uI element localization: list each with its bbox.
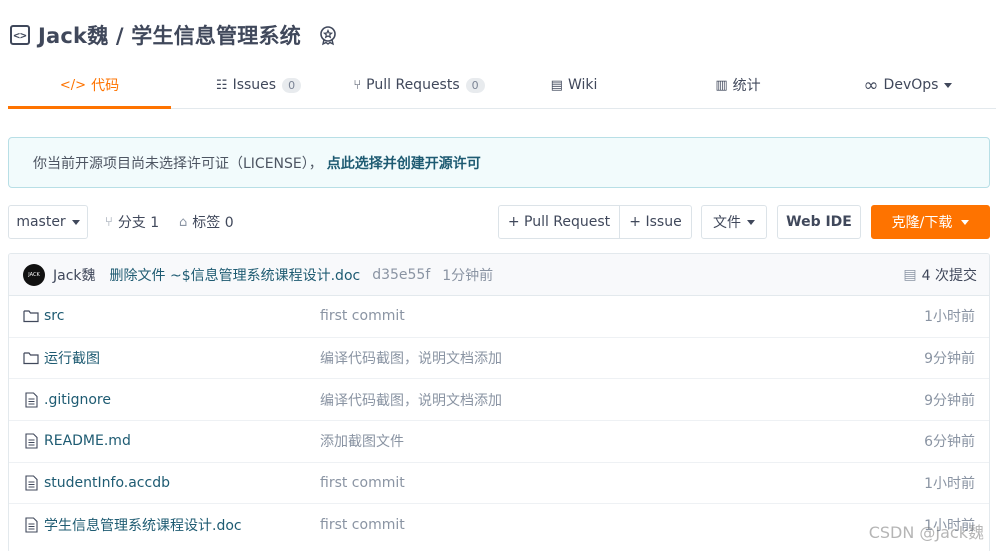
file-icon [23,392,39,408]
latest-commit-row: JACK Jack魏 删除文件 ~$信息管理系统课程设计.doc d35e55f… [9,254,989,296]
chevron-down-icon [747,219,755,225]
file-commit-message[interactable]: first commit [320,308,405,324]
tag-icon: ⌂ [179,214,188,230]
table-row[interactable]: 学生信息管理系统课程设计.doc first commit 1小时前 [9,504,989,546]
bar-chart-icon: ▥ [715,77,728,93]
table-row[interactable]: 运行截图 编译代码截图，说明文档添加 9分钟前 [9,338,989,380]
file-name-link[interactable]: 运行截图 [44,348,100,368]
file-icon [23,433,39,449]
create-license-link[interactable]: 点此选择并创建开源许可 [327,153,481,173]
file-time: 1小时前 [924,309,975,326]
file-time: 9分钟前 [924,392,975,409]
file-name-link[interactable]: .gitignore [44,392,111,408]
file-name-link[interactable]: 学生信息管理系统课程设计.doc [44,515,242,535]
file-name-link[interactable]: src [44,308,64,324]
chevron-down-icon [961,219,970,225]
branches-label: 分支 1 [117,215,160,231]
folder-icon [23,308,39,324]
folder-icon [23,350,39,366]
tab-label: 代码 [91,78,120,94]
clone-label: 克隆/下载 [891,215,953,231]
file-icon [23,475,39,491]
history-icon: ▤ [903,267,917,283]
branch-icon: ⑂ [105,214,113,230]
tab-label: DevOps [883,77,939,93]
repo-tabs: </> 代码 ☷ Issues 0 ⑂ Pull Requests 0 ▤ Wi… [8,62,996,109]
file-name-link[interactable]: README.md [44,433,131,449]
branches-link[interactable]: ⑂ 分支 1 [105,205,159,239]
file-commit-message[interactable]: 编译代码截图，说明文档添加 [320,390,502,410]
license-notice: 你当前开源项目尚未选择许可证（LICENSE）， 点此选择并创建开源许可 [8,137,990,188]
tab-code[interactable]: </> 代码 [8,62,171,109]
web-ide-button[interactable]: Web IDE [777,205,861,239]
commit-sha[interactable]: d35e55f [372,267,430,283]
new-issue-button[interactable]: + Issue [619,205,692,239]
code-icon: </> [59,77,87,93]
tab-issues[interactable]: ☷ Issues 0 [171,62,346,108]
pull-request-icon: ⑂ [353,77,362,93]
commit-message[interactable]: 删除文件 ~$信息管理系统课程设计.doc [110,265,361,285]
repo-header: <> Jack魏 / 学生信息管理系统 [10,18,339,52]
tab-wiki[interactable]: ▤ Wiki [492,62,656,108]
commits-count-link[interactable]: ▤ 4 次提交 [903,254,977,296]
file-list: JACK Jack魏 删除文件 ~$信息管理系统课程设计.doc d35e55f… [8,253,990,551]
repo-title[interactable]: Jack魏 / 学生信息管理系统 [38,20,301,50]
tab-devops[interactable]: ∞ DevOps [820,62,996,108]
table-row[interactable]: .gitignore 编译代码截图，说明文档添加 9分钟前 [9,379,989,422]
tab-stats[interactable]: ▥ 统计 [656,62,820,108]
tab-label: 统计 [732,78,761,94]
clone-download-button[interactable]: 克隆/下载 [871,205,990,239]
commit-author[interactable]: Jack魏 [53,265,96,285]
file-time: 1小时前 [924,476,975,493]
commit-time: 1分钟前 [442,267,494,284]
table-row[interactable]: studentInfo.accdb first commit 1小时前 [9,463,989,505]
table-row[interactable]: README.md 添加截图文件 6分钟前 [9,421,989,463]
file-time: 6分钟前 [924,434,975,451]
files-label: 文件 [713,215,741,231]
tab-label: Wiki [567,77,598,93]
code-repo-icon: <> [10,25,30,45]
tab-label: Pull Requests [366,77,460,93]
tags-link[interactable]: ⌂ 标签 0 [179,205,234,239]
file-commit-message[interactable]: first commit [320,517,405,533]
file-icon [23,517,39,533]
file-name-link[interactable]: studentInfo.accdb [44,475,170,491]
chevron-down-icon [71,219,80,225]
table-row[interactable]: src first commit 1小时前 [9,296,989,338]
pull-requests-count-badge: 0 [465,77,485,93]
tags-label: 标签 0 [192,215,234,231]
commits-count: 4 次提交 [921,268,977,284]
new-pull-request-button[interactable]: + Pull Request [498,205,620,239]
file-commit-message[interactable]: first commit [320,475,405,491]
file-time: 9分钟前 [924,351,975,368]
badge-icon[interactable] [317,24,339,46]
wiki-icon: ▤ [550,77,563,93]
file-commit-message[interactable]: 添加截图文件 [320,431,404,451]
branch-select[interactable]: master [8,205,88,239]
watermark: CSDN @Jack魏 [868,523,984,542]
infinity-icon: ∞ [863,74,879,96]
license-notice-text: 你当前开源项目尚未选择许可证（LICENSE）， [33,155,323,172]
tab-pull-requests[interactable]: ⑂ Pull Requests 0 [346,62,492,108]
branch-label: master [16,214,66,230]
issues-count-badge: 0 [282,77,302,93]
tab-label: Issues [232,77,277,93]
files-dropdown-button[interactable]: 文件 [701,205,767,239]
avatar[interactable]: JACK [23,263,45,286]
file-commit-message[interactable]: 编译代码截图，说明文档添加 [320,348,502,368]
issues-icon: ☷ [215,77,228,93]
chevron-down-icon [944,82,953,88]
